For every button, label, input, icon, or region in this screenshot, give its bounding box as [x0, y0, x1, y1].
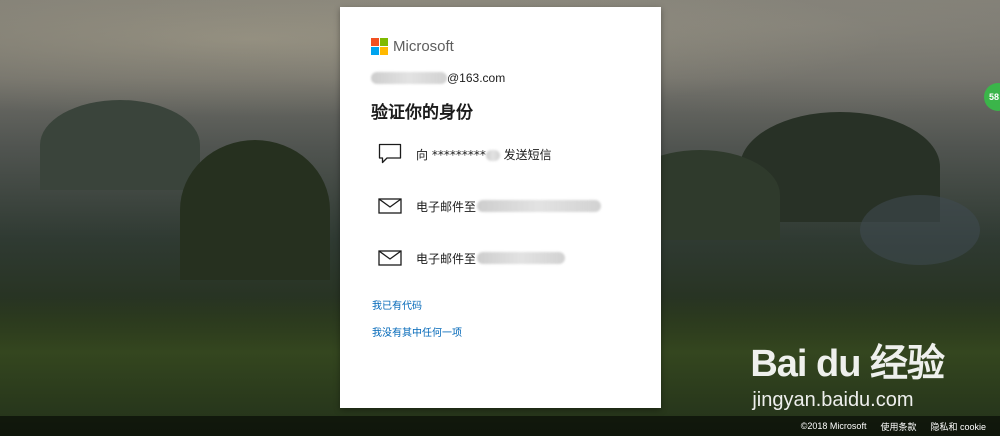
microsoft-logo: Microsoft [371, 38, 454, 55]
terms-link[interactable]: 使用条款 [880, 420, 916, 433]
mail-icon [377, 195, 403, 217]
watermark-url: jingyan.baidu.com [752, 389, 914, 411]
have-code-link[interactable]: 我已有代码 [372, 297, 422, 312]
microsoft-logo-icon [371, 38, 388, 55]
option-sms[interactable]: 向 ********* 发送短信 [377, 137, 647, 171]
watermark-brand: Bai du 经验 [750, 343, 945, 385]
page-footer: ©2018 Microsoft 使用条款 隐私和 cookie [0, 416, 1000, 436]
sms-suffix: 发送短信 [499, 147, 552, 162]
baidu-jingyan-watermark: Bai du 经验 jingyan.baidu.com [750, 332, 945, 412]
brand-name: Microsoft [393, 38, 454, 55]
option-email-2[interactable]: 电子邮件至 [377, 241, 647, 275]
option-sms-label: 向 ********* 发送短信 [416, 146, 552, 163]
redacted-blur [477, 200, 602, 212]
redacted-blur [371, 71, 447, 84]
sms-prefix: 向 [416, 147, 432, 162]
watermark-logo: Bai du 经验 [750, 332, 945, 387]
redacted-blur [477, 252, 566, 264]
none-of-these-link[interactable]: 我没有其中任何一项 [372, 324, 462, 339]
masked-phone: ********* [431, 147, 486, 162]
page-title: 验证你的身份 [371, 103, 473, 123]
verify-identity-dialog: Microsoft @163.com 验证你的身份 向 ********* 发送… [340, 7, 661, 408]
option-email-2-label: 电子邮件至 [416, 251, 477, 266]
account-email-suffix: @163.com [447, 70, 506, 85]
option-email-1-label: 电子邮件至 [416, 199, 477, 214]
option-email-1[interactable]: 电子邮件至 [377, 189, 647, 223]
privacy-link[interactable]: 隐私和 cookie [930, 420, 986, 433]
copyright-text: ©2018 Microsoft [800, 421, 867, 431]
redacted-blur [485, 149, 500, 161]
account-identifier: @163.com [371, 70, 505, 85]
mail-icon [377, 247, 403, 269]
chat-bubble-icon [377, 143, 403, 165]
